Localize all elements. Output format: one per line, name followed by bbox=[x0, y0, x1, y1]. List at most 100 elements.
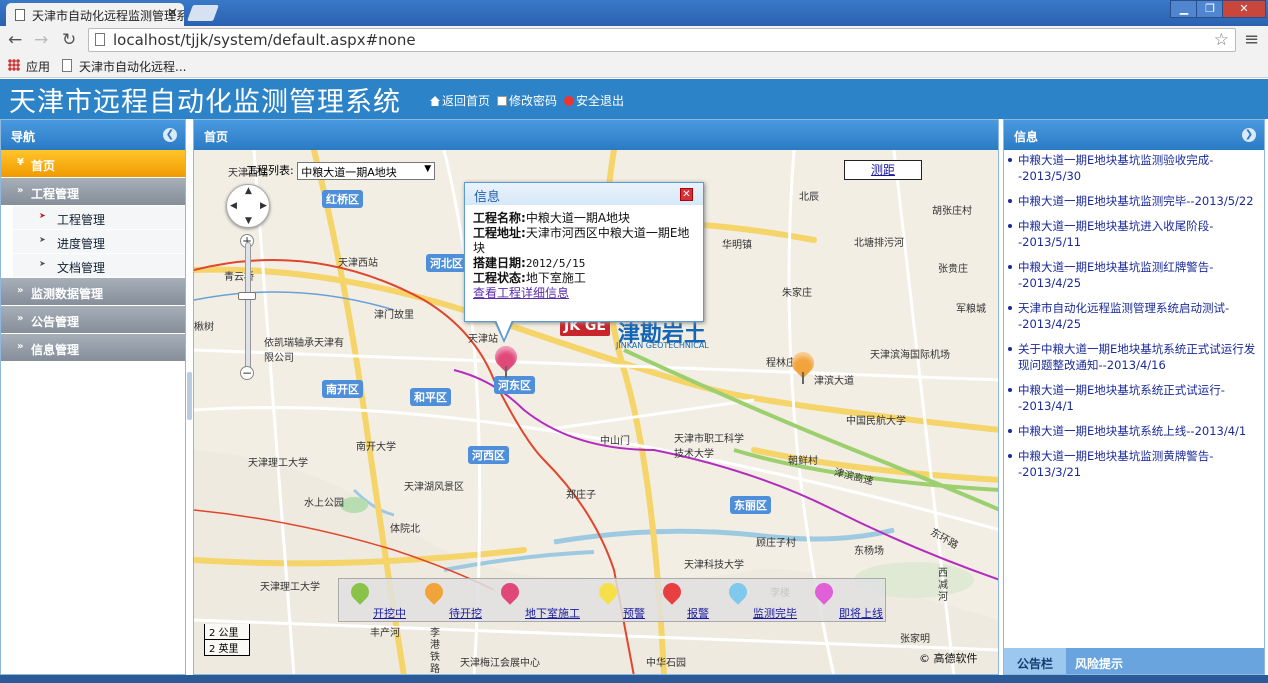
bullet-icon bbox=[1008, 199, 1012, 203]
nav-group-info[interactable]: » 信息管理 bbox=[1, 334, 185, 362]
collapse-left-icon[interactable]: ❮ bbox=[163, 128, 177, 142]
panel-splitter[interactable] bbox=[187, 372, 192, 420]
popup-date-value: 2012/5/15 bbox=[525, 257, 586, 270]
pan-control[interactable]: ▲ ▼ ◀ ▶ bbox=[226, 184, 270, 228]
close-popup-icon[interactable]: ✕ bbox=[680, 188, 693, 201]
map-label: 中国民航大学 bbox=[846, 416, 906, 427]
project-detail-link[interactable]: 查看工程详细信息 bbox=[465, 286, 703, 301]
chevron-icon: » bbox=[17, 341, 24, 352]
zoom-out-button[interactable]: − bbox=[240, 366, 254, 380]
news-item-text: 中粮大道一期E地块基坑监测红牌警告--2013/4/25 bbox=[1018, 260, 1214, 290]
bookmark-apps[interactable]: 应用 bbox=[26, 58, 50, 75]
map-label: 朝鲜村 bbox=[788, 456, 818, 467]
browser-tab[interactable]: 天津市自动化远程监测管理系统 ✕ bbox=[6, 3, 184, 26]
district-label: 河东区 bbox=[494, 376, 535, 394]
bookmark-star-icon[interactable]: ☆ bbox=[1214, 30, 1229, 50]
news-item[interactable]: 天津市自动化远程监测管理系统启动测试--2013/4/25 bbox=[1006, 300, 1264, 332]
collapse-right-icon[interactable]: ❯ bbox=[1242, 128, 1256, 142]
legend-item[interactable]: 监测完毕 bbox=[753, 605, 797, 621]
zoom-slider-track[interactable] bbox=[245, 242, 251, 374]
change-password-link[interactable]: 修改密码 bbox=[497, 92, 557, 109]
address-bar[interactable]: localhost/tjjk/system/default.aspx#none … bbox=[88, 28, 1236, 52]
main-panel-title: 首页 bbox=[204, 130, 229, 144]
bullet-arrow-icon: ➤ bbox=[39, 211, 46, 220]
news-item-text: 中粮大道一期E地块基坑监测黄牌警告--2013/3/21 bbox=[1018, 449, 1214, 479]
legend-item[interactable]: 地下室施工 bbox=[525, 605, 580, 621]
close-tab-icon[interactable]: ✕ bbox=[167, 6, 178, 21]
news-item[interactable]: 中粮大道一期E地块基坑系统正式试运行--2013/4/1 bbox=[1006, 382, 1264, 414]
news-item[interactable]: 中粮大道一期E地块基坑进入收尾阶段--2013/5/11 bbox=[1006, 218, 1264, 250]
nav-group-monitoring-data[interactable]: » 监测数据管理 bbox=[1, 278, 185, 306]
legend-item[interactable]: 预警 bbox=[623, 605, 645, 621]
pan-up-icon[interactable]: ▲ bbox=[245, 186, 252, 196]
nav-subitem-documents[interactable]: ➤ 文档管理 bbox=[13, 254, 185, 278]
map-label: 体院北 bbox=[390, 524, 420, 535]
bookmarks-bar: 应用 天津市自动化远程... bbox=[0, 54, 1268, 78]
marker-stem bbox=[505, 366, 507, 378]
project-list-label: 工程列表: bbox=[246, 164, 294, 177]
browser-toolbar: ← → ↻ localhost/tjjk/system/default.aspx… bbox=[0, 26, 1268, 54]
tab-announcements[interactable]: 公告栏 bbox=[1004, 648, 1066, 674]
reload-icon[interactable]: ↻ bbox=[62, 30, 76, 50]
popup-name-row: 工程名称:中粮大道一期A地块 bbox=[465, 211, 703, 226]
district-label: 和平区 bbox=[410, 388, 451, 406]
news-item[interactable]: 中粮大道一期E地块基坑监测红牌警告--2013/4/25 bbox=[1006, 259, 1264, 291]
news-item-text: 中粮大道一期E地块基坑系统上线--2013/4/1 bbox=[1018, 424, 1247, 438]
scale-km: 2 公里 bbox=[204, 624, 250, 640]
legend-item[interactable]: 开挖中 bbox=[373, 605, 406, 621]
nav-subitem-project-management[interactable]: ➤ 工程管理 bbox=[13, 206, 185, 230]
zoom-slider-thumb[interactable] bbox=[238, 292, 256, 300]
bullet-arrow-icon: ➤ bbox=[39, 235, 46, 244]
news-item[interactable]: 中粮大道一期E地块基坑监测验收完成--2013/5/30 bbox=[1006, 152, 1264, 184]
map-view[interactable]: 天津西站 天津西站 天津站 北辰 华明镇 胡张庄村 北塘排污河 程林庄村 朱家庄… bbox=[194, 150, 998, 675]
nav-panel-header: 导航 ❮ bbox=[1, 120, 185, 150]
map-label: 津门故里 bbox=[374, 310, 414, 321]
popup-date-row: 搭建日期:2012/5/15 bbox=[465, 256, 703, 271]
news-item[interactable]: 关于中粮大道一期E地块基坑系统正式试运行发现问题整改通知--2013/4/16 bbox=[1006, 341, 1264, 373]
logo-en: JINKAN GEOTECHNICAL bbox=[616, 341, 709, 350]
legend-item[interactable]: 待开挖 bbox=[449, 605, 482, 621]
news-item[interactable]: 中粮大道一期E地块基坑监测完毕--2013/5/22 bbox=[1006, 193, 1264, 209]
back-icon[interactable]: ← bbox=[8, 30, 22, 50]
bullet-icon bbox=[1008, 388, 1012, 392]
info-tabs: 公告栏 风险提示 bbox=[1004, 648, 1264, 674]
new-tab-button[interactable] bbox=[187, 5, 219, 21]
nav-item-label: 信息管理 bbox=[31, 343, 80, 357]
apps-icon[interactable] bbox=[8, 59, 20, 71]
news-item[interactable]: 中粮大道一期E地块基坑系统上线--2013/4/1 bbox=[1006, 423, 1264, 439]
change-password-label: 修改密码 bbox=[509, 94, 558, 108]
browser-tab-bar: 天津市自动化远程监测管理系统 ✕ ▁ ❐ ✕ bbox=[0, 0, 1268, 26]
close-window-button[interactable]: ✕ bbox=[1222, 0, 1266, 18]
legend-marker-icon bbox=[725, 579, 751, 605]
project-select[interactable]: 中粮大道一期A地块 ▼ bbox=[297, 162, 436, 180]
measure-distance-button[interactable]: 测距 bbox=[844, 160, 922, 180]
minimize-window-button[interactable]: ▁ bbox=[1170, 0, 1198, 18]
restore-window-button[interactable]: ❐ bbox=[1196, 0, 1224, 18]
pan-down-icon[interactable]: ▼ bbox=[245, 216, 252, 226]
tab-risk-alerts[interactable]: 风险提示 bbox=[1068, 648, 1130, 674]
logout-link[interactable]: 安全退出 bbox=[564, 92, 624, 109]
chevron-icon: » bbox=[17, 313, 24, 324]
news-item-text: 中粮大道一期E地块基坑进入收尾阶段--2013/5/11 bbox=[1018, 219, 1214, 249]
nav-group-announcements[interactable]: » 公告管理 bbox=[1, 306, 185, 334]
legend-item[interactable]: 即将上线 bbox=[839, 605, 883, 621]
nav-item-home[interactable]: ¥ 首页 bbox=[1, 150, 185, 178]
pan-left-icon[interactable]: ◀ bbox=[230, 201, 237, 211]
map-label: 李港铁路 bbox=[430, 628, 440, 675]
nav-subitem-progress[interactable]: ➤ 进度管理 bbox=[13, 230, 185, 254]
popup-address-label: 工程地址: bbox=[473, 226, 526, 240]
nav-group-project[interactable]: » 工程管理 bbox=[1, 178, 185, 206]
map-label: 依凯瑞轴承天津有限公司 bbox=[264, 338, 344, 364]
home-link[interactable]: 返回首页 bbox=[430, 92, 490, 109]
legend-marker-icon bbox=[347, 579, 373, 605]
pan-right-icon[interactable]: ▶ bbox=[260, 201, 267, 211]
logout-label: 安全退出 bbox=[576, 94, 625, 108]
news-item-text: 中粮大道一期E地块基坑监测完毕--2013/5/22 bbox=[1018, 194, 1254, 208]
forward-icon[interactable]: → bbox=[34, 30, 48, 50]
page-icon bbox=[95, 33, 105, 46]
news-item[interactable]: 中粮大道一期E地块基坑监测黄牌警告--2013/3/21 bbox=[1006, 448, 1264, 480]
legend-item[interactable]: 报警 bbox=[687, 605, 709, 621]
bookmark-item[interactable]: 天津市自动化远程... bbox=[79, 58, 186, 75]
legend-marker-icon bbox=[421, 579, 447, 605]
browser-menu-icon[interactable]: ≡ bbox=[1244, 29, 1259, 50]
